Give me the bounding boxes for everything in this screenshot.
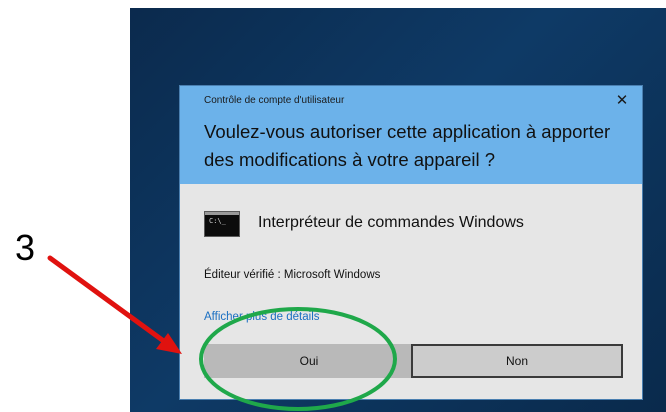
dialog-header: Contrôle de compte d'utilisateur ✕ Voule… [180,86,642,184]
close-icon[interactable]: ✕ [612,91,632,111]
dialog-title: Contrôle de compte d'utilisateur [204,95,345,106]
uac-dialog: Contrôle de compte d'utilisateur ✕ Voule… [180,86,642,399]
icon-prompt-text: C:\_ [209,217,226,225]
yes-button[interactable]: Oui [204,344,414,378]
no-button[interactable]: Non [411,344,623,378]
dialog-question: Voulez-vous autoriser cette application … [204,121,611,170]
step-number-label: 3 [15,227,36,268]
publisher-info: Éditeur vérifié : Microsoft Windows [204,269,381,281]
icon-titlebar [205,212,239,215]
screenshot-stage: Contrôle de compte d'utilisateur ✕ Voule… [0,0,666,412]
show-details-link[interactable]: Afficher plus de détails [204,311,320,323]
command-prompt-icon: C:\_ [204,211,240,237]
app-name: Interpréteur de commandes Windows [258,214,524,231]
